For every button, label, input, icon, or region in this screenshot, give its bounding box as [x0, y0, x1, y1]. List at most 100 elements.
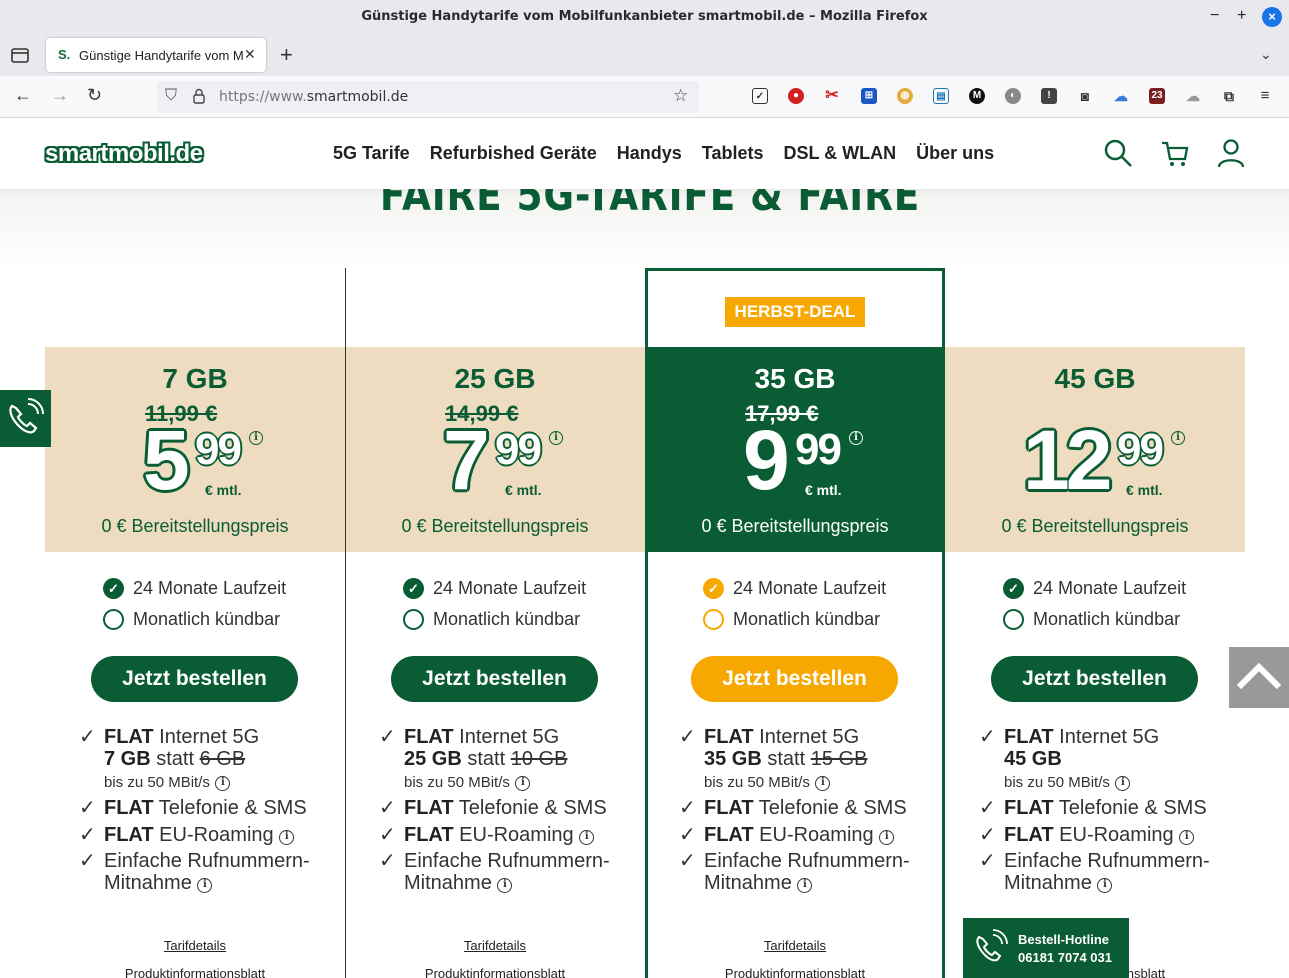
- term-option-24m[interactable]: ✓ 24 Monate Laufzeit: [103, 578, 286, 599]
- minimize-icon[interactable]: −: [1210, 6, 1219, 26]
- order-button[interactable]: Jetzt bestellen: [91, 656, 298, 702]
- back-icon[interactable]: ←: [14, 85, 32, 106]
- new-tab-icon[interactable]: +: [280, 42, 293, 68]
- info-icon[interactable]: i: [1179, 830, 1195, 845]
- window-title: Günstige Handytarife vom Mobilfunkanbiet…: [361, 9, 928, 24]
- camera-icon[interactable]: ◙: [1077, 88, 1093, 104]
- tariff-card-45gb: 45 GB 12 99 i € mtl. 0 € Bereitstellungs…: [945, 268, 1245, 978]
- tariff-details-link[interactable]: Tarifdetails: [648, 938, 942, 953]
- term-option-24m[interactable]: ✓ 24 Monate Laufzeit: [1003, 578, 1186, 599]
- term-option-monthly[interactable]: Monatlich kündbar: [403, 609, 580, 630]
- product-info-link[interactable]: Produktinformationsblatt: [345, 966, 645, 978]
- checkmark-icon: ✓: [79, 824, 96, 846]
- pocket-icon[interactable]: ✓: [752, 88, 768, 104]
- data-volume: 35 GB: [754, 363, 836, 394]
- callback-phone-button[interactable]: [0, 390, 51, 447]
- info-icon[interactable]: i: [279, 830, 295, 845]
- tab-title: Günstige Handytarife vom Mobilfunkanbiet…: [79, 48, 244, 63]
- info-icon[interactable]: i: [815, 776, 831, 791]
- tab-active[interactable]: S. Günstige Handytarife vom Mobilfunkanb…: [46, 38, 266, 72]
- radio-empty-icon: [703, 609, 724, 630]
- tab-list-chevron-icon[interactable]: ⌄: [1260, 46, 1272, 63]
- price-euro: 12: [1023, 413, 1112, 507]
- checkmark-icon: ✓: [379, 797, 396, 819]
- maximize-icon[interactable]: +: [1237, 6, 1246, 26]
- tracking-shield-icon[interactable]: ⛉: [165, 87, 177, 105]
- puzzle-cloud-icon[interactable]: ☁: [1185, 88, 1201, 104]
- checkmark-icon: ✓: [379, 850, 396, 872]
- price-info-icon[interactable]: i: [849, 431, 863, 445]
- term-option-monthly[interactable]: Monatlich kündbar: [1003, 609, 1180, 630]
- scroll-to-top-button[interactable]: [1229, 647, 1289, 708]
- nav-ueber-uns[interactable]: Über uns: [916, 143, 994, 164]
- bars-extension-icon[interactable]: !: [1041, 88, 1057, 104]
- tariff-details-link[interactable]: Tarifdetails: [45, 938, 345, 953]
- checkmark-icon: ✓: [79, 797, 96, 819]
- setup-fee: 0 € Bereitstellungspreis: [1001, 516, 1189, 536]
- term-option-monthly[interactable]: Monatlich kündbar: [703, 609, 880, 630]
- info-icon[interactable]: i: [879, 830, 895, 845]
- account-icon[interactable]: [1216, 138, 1246, 168]
- tariff-details-link[interactable]: Tarifdetails: [345, 938, 645, 953]
- term-option-monthly[interactable]: Monatlich kündbar: [103, 609, 280, 630]
- circle-extension-icon[interactable]: ◐: [1005, 88, 1021, 104]
- m-extension-icon[interactable]: M: [969, 88, 985, 104]
- price-unit: € mtl.: [505, 482, 542, 498]
- info-icon[interactable]: i: [579, 830, 595, 845]
- tab-bar: S. Günstige Handytarife vom Mobilfunkanb…: [0, 34, 1289, 76]
- product-info-link[interactable]: Produktinformationsblatt: [648, 966, 942, 978]
- product-info-link[interactable]: Produktinformationsblatt: [45, 966, 345, 978]
- nav-5g-tarife[interactable]: 5G Tarife: [333, 143, 410, 164]
- order-button[interactable]: Jetzt bestellen: [691, 656, 898, 702]
- nav-tablets[interactable]: Tablets: [702, 143, 764, 164]
- menu-icon[interactable]: ≡: [1257, 88, 1273, 104]
- lock-icon[interactable]: [193, 88, 205, 104]
- url-text[interactable]: https://www.smartmobil.de: [219, 89, 408, 105]
- info-icon[interactable]: i: [797, 878, 813, 893]
- nav-refurbished[interactable]: Refurbished Geräte: [430, 143, 597, 164]
- scissors-extension-icon[interactable]: ✂: [824, 88, 840, 104]
- phone-icon: [9, 398, 44, 434]
- globe-extension-icon[interactable]: ◍: [897, 88, 913, 104]
- close-window-icon[interactable]: ×: [1262, 7, 1282, 27]
- nav-dsl-wlan[interactable]: DSL & WLAN: [783, 143, 896, 164]
- price-unit: € mtl.: [805, 482, 842, 498]
- card-divider: [345, 268, 346, 978]
- nav-handys[interactable]: Handys: [617, 143, 682, 164]
- url-bar[interactable]: ⛉ https://www.smartmobil.de ☆: [157, 81, 699, 113]
- reload-icon[interactable]: ↻: [87, 85, 102, 106]
- price-info-icon[interactable]: i: [549, 431, 563, 445]
- order-button[interactable]: Jetzt bestellen: [991, 656, 1198, 702]
- price-info-icon[interactable]: i: [249, 431, 263, 445]
- checkmark-icon: ✓: [979, 850, 996, 872]
- grid-extension-icon[interactable]: ⊞: [861, 88, 877, 104]
- tariff-card-7gb: 7 GB 11,99 € 5 99 i € mtl. 0 € Bereitste…: [45, 268, 345, 978]
- tab-overview-icon[interactable]: [10, 46, 30, 64]
- term-option-24m[interactable]: ✓ 24 Monate Laufzeit: [403, 578, 586, 599]
- order-button[interactable]: Jetzt bestellen: [391, 656, 598, 702]
- price-cent: 99: [195, 425, 242, 474]
- price-info-icon[interactable]: i: [1171, 431, 1185, 445]
- ublock-icon[interactable]: ●: [788, 88, 804, 104]
- info-icon[interactable]: i: [515, 776, 531, 791]
- shield-extension-icon[interactable]: 23: [1149, 88, 1165, 104]
- site-logo[interactable]: smartmobil.de: [45, 140, 203, 168]
- bookmark-star-icon[interactable]: ☆: [673, 86, 688, 106]
- forward-icon[interactable]: →: [51, 85, 69, 106]
- check-circle-icon: ✓: [103, 578, 124, 599]
- price-panel: 7 GB 11,99 € 5 99 i € mtl. 0 € Bereitste…: [45, 347, 345, 552]
- info-icon[interactable]: i: [197, 878, 213, 893]
- search-icon[interactable]: [1103, 138, 1133, 168]
- info-icon[interactable]: i: [1115, 776, 1131, 791]
- cart-icon[interactable]: [1160, 138, 1190, 168]
- extensions-icon[interactable]: ⧉: [1221, 88, 1237, 104]
- save-extension-icon[interactable]: ▤: [933, 88, 949, 104]
- cloud-extension-icon[interactable]: ☁: [1113, 88, 1129, 104]
- info-icon[interactable]: i: [497, 878, 513, 893]
- order-hotline-widget[interactable]: Bestell-Hotline 06181 7074 031: [963, 918, 1129, 978]
- checkmark-icon: ✓: [979, 797, 996, 819]
- tab-close-icon[interactable]: ✕: [244, 46, 256, 63]
- info-icon[interactable]: i: [215, 776, 231, 791]
- info-icon[interactable]: i: [1097, 878, 1113, 893]
- term-option-24m[interactable]: ✓ 24 Monate Laufzeit: [703, 578, 886, 599]
